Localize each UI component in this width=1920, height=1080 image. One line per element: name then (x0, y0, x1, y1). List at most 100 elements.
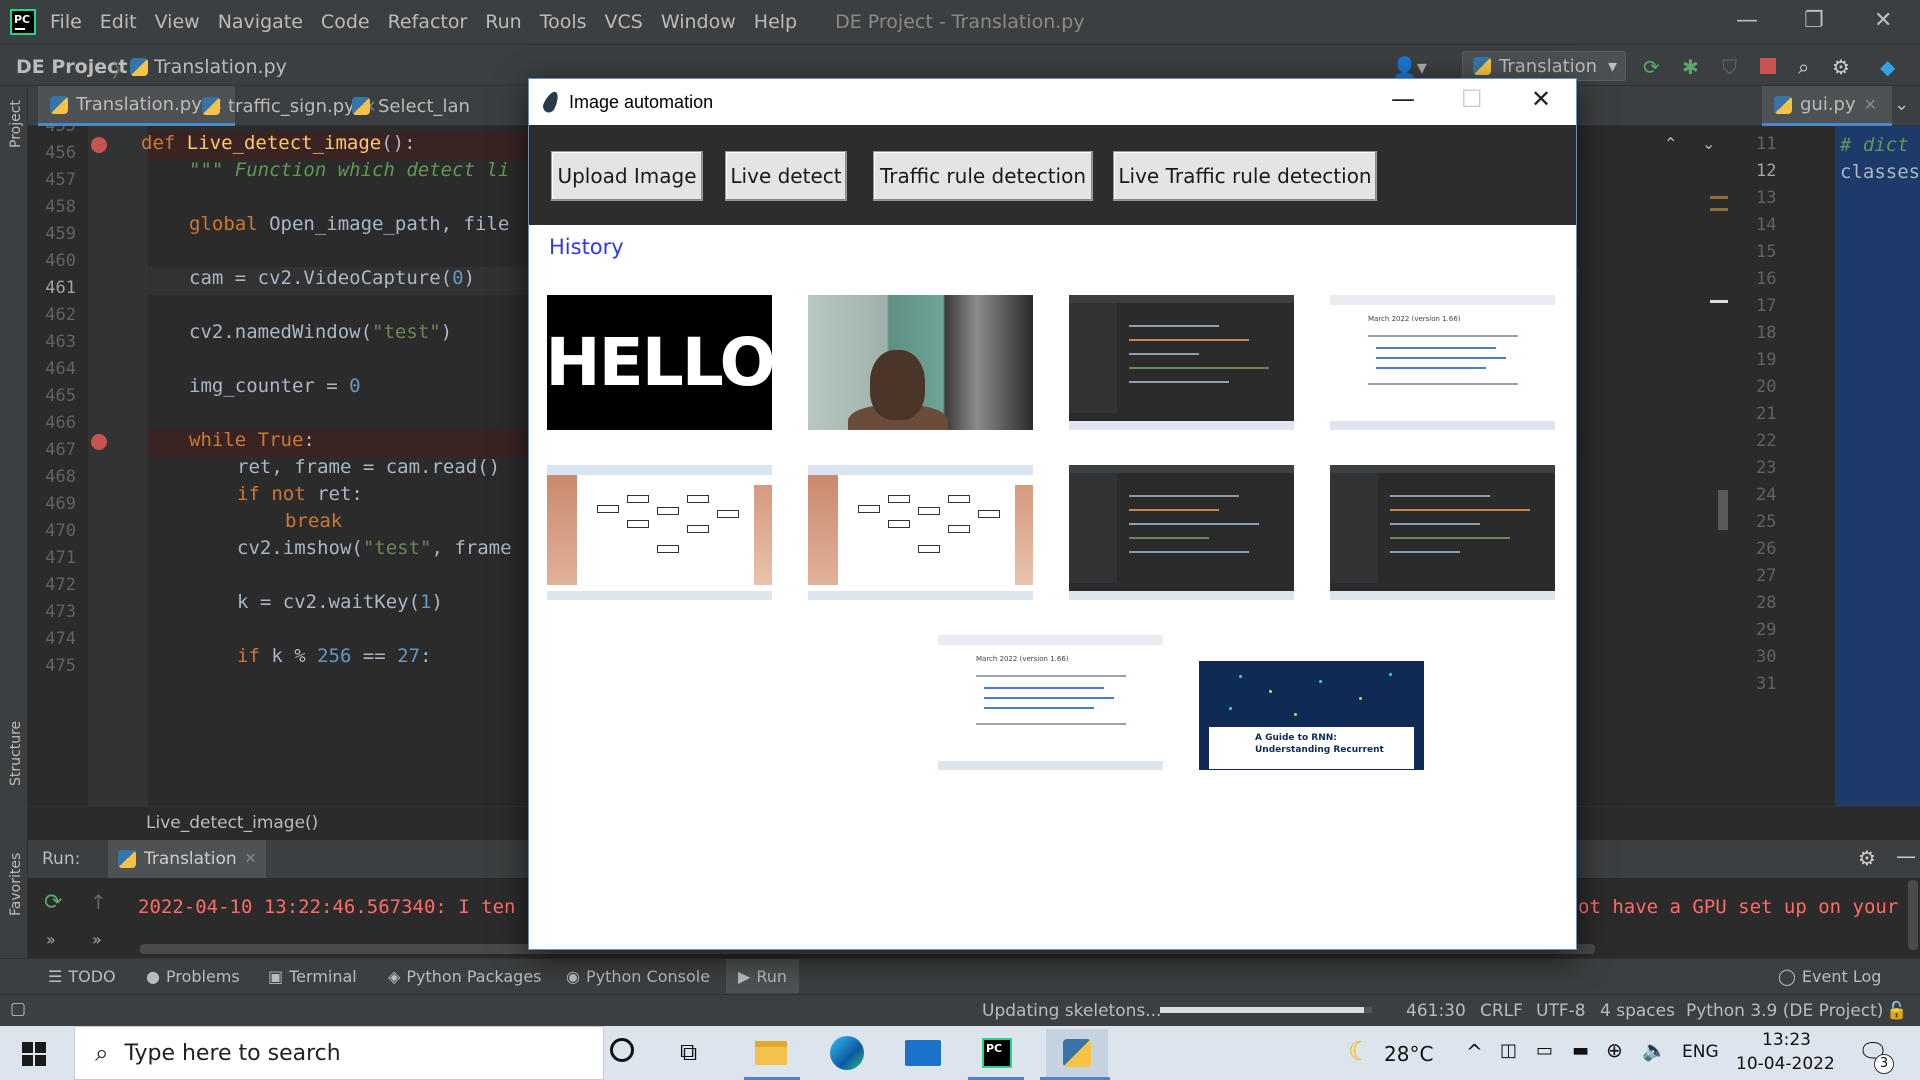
clock-time[interactable]: 13:23 (1762, 1030, 1811, 1050)
globe-network-icon[interactable]: ⊕ (1606, 1038, 1623, 1062)
chevron-down-icon[interactable]: ⌄ (1702, 134, 1715, 153)
caret-stripe-mark[interactable] (1710, 300, 1728, 303)
minimize-icon[interactable]: — (1391, 85, 1415, 113)
breadcrumb-file[interactable]: Translation.py (130, 56, 287, 78)
stop-icon[interactable] (1760, 58, 1776, 74)
history-thumbnail-ide-screenshot[interactable] (1069, 295, 1294, 430)
history-thumbnail-diagram[interactable] (547, 465, 772, 600)
indent-setting[interactable]: 4 spaces (1600, 1001, 1675, 1021)
language-indicator[interactable]: ENG (1682, 1042, 1719, 1062)
live-detect-button[interactable]: Live detect (725, 151, 847, 201)
pycharm-taskbar-icon[interactable]: PC (974, 1032, 1020, 1074)
arrow-up-icon[interactable]: ↑ (90, 890, 107, 914)
python-interpreter[interactable]: Python 3.9 (DE Project) (1686, 1001, 1883, 1021)
debug-icon[interactable]: ✱ (1682, 55, 1699, 79)
tool-todo[interactable]: ☰ TODO (48, 967, 116, 986)
breakpoint-icon[interactable] (91, 434, 107, 450)
tool-python-packages[interactable]: ◈ Python Packages (388, 967, 542, 986)
run-configuration-select[interactable]: Translation ▾ (1462, 51, 1626, 81)
run-tab-translation[interactable]: Translation ✕ (108, 840, 267, 878)
layout-icon[interactable]: ▢ (10, 999, 26, 1019)
history-thumbnail-ide-screenshot[interactable] (1069, 465, 1294, 600)
error-stripe-mark[interactable] (1710, 208, 1728, 211)
restore-icon[interactable]: ❐ (1804, 8, 1824, 33)
menu-edit[interactable]: Edit (100, 11, 137, 33)
breadcrumb-function[interactable]: Live_detect_image() (146, 813, 318, 833)
expand-icon[interactable]: » (92, 930, 102, 949)
editor-scrollbar[interactable] (1718, 490, 1728, 530)
menu-navigate[interactable]: Navigate (218, 11, 303, 33)
history-thumbnail-hello[interactable]: HELLO (547, 295, 772, 430)
dialog-title-bar[interactable]: Image automation — ☐ ✕ (529, 79, 1576, 125)
search-icon[interactable]: ⌕ (1798, 55, 1809, 79)
menu-vcs[interactable]: VCS (605, 11, 643, 33)
live-traffic-rule-detection-button[interactable]: Live Traffic rule detection (1113, 151, 1377, 201)
menu-window[interactable]: Window (661, 11, 736, 33)
tool-run[interactable]: ▶ Run (726, 959, 799, 993)
edge-browser-icon[interactable] (824, 1032, 870, 1074)
rerun-icon[interactable]: ⟳ (1643, 55, 1660, 79)
history-thumbnail-diagram[interactable] (808, 465, 1033, 600)
menu-help[interactable]: Help (754, 11, 797, 33)
tool-terminal[interactable]: ▣ Terminal (268, 967, 357, 986)
plugin-icon[interactable]: ◆ (1880, 55, 1895, 79)
python-taskbar-icon[interactable] (1046, 1029, 1108, 1077)
tab-gui[interactable]: gui.py ✕ (1762, 86, 1892, 126)
display-icon[interactable]: ▭ (1536, 1040, 1553, 1061)
tool-problems[interactable]: ● Problems (146, 967, 240, 986)
chevron-up-icon[interactable]: ^ (1466, 1040, 1483, 1064)
gear-icon[interactable]: ⚙ (1832, 55, 1850, 79)
menu-file[interactable]: File (50, 11, 82, 33)
mail-icon[interactable] (900, 1032, 946, 1074)
temperature[interactable]: 28°C (1384, 1042, 1433, 1066)
minimize-icon[interactable]: — (1736, 8, 1758, 33)
close-tab-icon[interactable]: ✕ (1864, 95, 1877, 114)
history-thumbnail-webcam[interactable] (808, 295, 1033, 430)
gear-icon[interactable]: ⚙ (1858, 846, 1876, 870)
split-editor-pane[interactable]: 11 12 13 14 15 16 17 18 19 20 21 22 23 2… (1740, 126, 1920, 806)
menu-refactor[interactable]: Refactor (388, 11, 468, 33)
traffic-rule-detection-button[interactable]: Traffic rule detection (873, 151, 1093, 201)
coverage-icon[interactable]: ⛉ (1722, 55, 1737, 79)
rerun-icon[interactable]: ⟳ (44, 890, 62, 915)
event-log-button[interactable]: ◯ Event Log (1778, 967, 1881, 986)
cortana-icon[interactable] (610, 1038, 634, 1062)
history-thumbnail-release-notes[interactable]: March 2022 (version 1.66) (938, 635, 1163, 770)
error-stripe-mark[interactable] (1710, 196, 1728, 199)
user-icon[interactable]: 👤▾ (1392, 55, 1427, 79)
menu-code[interactable]: Code (321, 11, 370, 33)
battery-icon[interactable]: ▬ (1572, 1040, 1589, 1061)
expand-icon[interactable]: » (46, 930, 56, 949)
close-tab-icon[interactable]: ✕ (245, 851, 257, 867)
history-thumbnail-ide-screenshot[interactable] (1330, 465, 1555, 600)
menu-tools[interactable]: Tools (540, 11, 587, 33)
moon-weather-icon[interactable]: ☾ (1348, 1037, 1371, 1067)
menu-view[interactable]: View (155, 11, 200, 33)
tab-select-lang[interactable]: Select_lan (340, 86, 482, 126)
breakpoint-icon[interactable] (91, 137, 107, 153)
chevron-up-icon[interactable]: ⌃ (1664, 134, 1677, 153)
history-thumbnail-rnn-article[interactable]: A Guide to RNN: Understanding Recurrent (1199, 635, 1424, 770)
clock-date[interactable]: 10-04-2022 (1736, 1054, 1835, 1074)
upload-image-button[interactable]: Upload Image (551, 151, 703, 201)
meet-now-icon[interactable]: ◫ (1500, 1040, 1517, 1061)
structure-tool-button[interactable]: Structure (8, 721, 24, 786)
vertical-scrollbar[interactable] (1908, 880, 1918, 950)
breadcrumb-project[interactable]: DE Project (16, 56, 127, 78)
close-icon[interactable]: ✕ (1531, 85, 1551, 113)
line-separator[interactable]: CRLF (1480, 1001, 1523, 1021)
taskbar-search-box[interactable]: ⌕ Type here to search (74, 1026, 604, 1080)
lock-icon[interactable]: 🔓 (1886, 1001, 1907, 1021)
volume-icon[interactable]: 🔈 (1642, 1038, 1667, 1062)
tool-python-console[interactable]: ◉ Python Console (566, 967, 710, 986)
hide-panel-icon[interactable]: — (1896, 844, 1916, 868)
close-icon[interactable]: ✕ (1874, 8, 1892, 33)
history-thumbnail-release-notes[interactable]: March 2022 (version 1.66) (1330, 295, 1555, 430)
project-tool-button[interactable]: Project (8, 100, 24, 148)
favorites-tool-button[interactable]: Favorites (8, 853, 24, 916)
maximize-icon[interactable]: ☐ (1461, 85, 1483, 113)
task-view-icon[interactable]: ⧉ (680, 1038, 697, 1066)
file-explorer-icon[interactable] (748, 1032, 794, 1074)
menu-run[interactable]: Run (485, 11, 521, 33)
windows-start-icon[interactable] (22, 1042, 46, 1066)
